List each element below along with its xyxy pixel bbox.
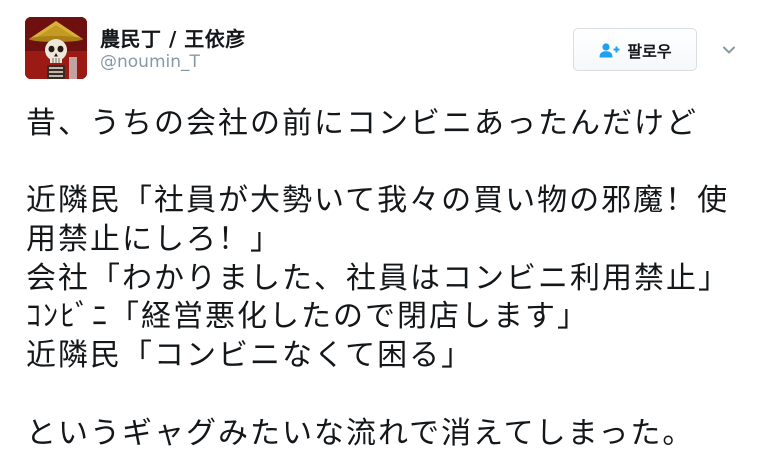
tweet-line — [26, 144, 744, 183]
tweet-line — [26, 376, 744, 415]
display-name[interactable]: 農民丁 / 王依彦 — [100, 23, 246, 52]
add-user-icon — [598, 42, 620, 58]
follow-button[interactable]: 팔로우 — [573, 28, 697, 71]
avatar[interactable] — [25, 17, 87, 79]
skeleton-avatar-icon — [25, 17, 87, 79]
chevron-down-icon[interactable] — [719, 40, 739, 60]
tweet-line: 用禁止にしろ！」 — [26, 222, 282, 258]
tweet-text: 昔、うちの会社の前にコンビニあったんだけど 近隣民「社員が大勢いて我々の買い物の… — [26, 105, 744, 453]
tweet-line: 近隣民「コンビニなくて困る」 — [26, 338, 474, 374]
tweet-line: 昔、うちの会社の前にコンビニあったんだけど — [26, 106, 698, 141]
tweet-line: 会社「わかりました、社員はコンビニ利用禁止」 — [26, 260, 730, 296]
tweet-line: というギャグみたいな流れで消えてしまった。 — [26, 415, 695, 451]
tweet-card: 農民丁 / 王依彦 @noumin_T 팔로우 昔、うちの会社の前にコンビニあっ… — [0, 0, 760, 472]
username[interactable]: @noumin_T — [100, 52, 200, 72]
follow-button-label: 팔로우 — [627, 41, 672, 61]
tweet-line: ｺﾝﾋﾞﾆ「経営悪化したので閉店します」 — [26, 299, 589, 335]
tweet-line: 近隣民「社員が大勢いて我々の買い物の邪魔！使 — [26, 183, 730, 219]
